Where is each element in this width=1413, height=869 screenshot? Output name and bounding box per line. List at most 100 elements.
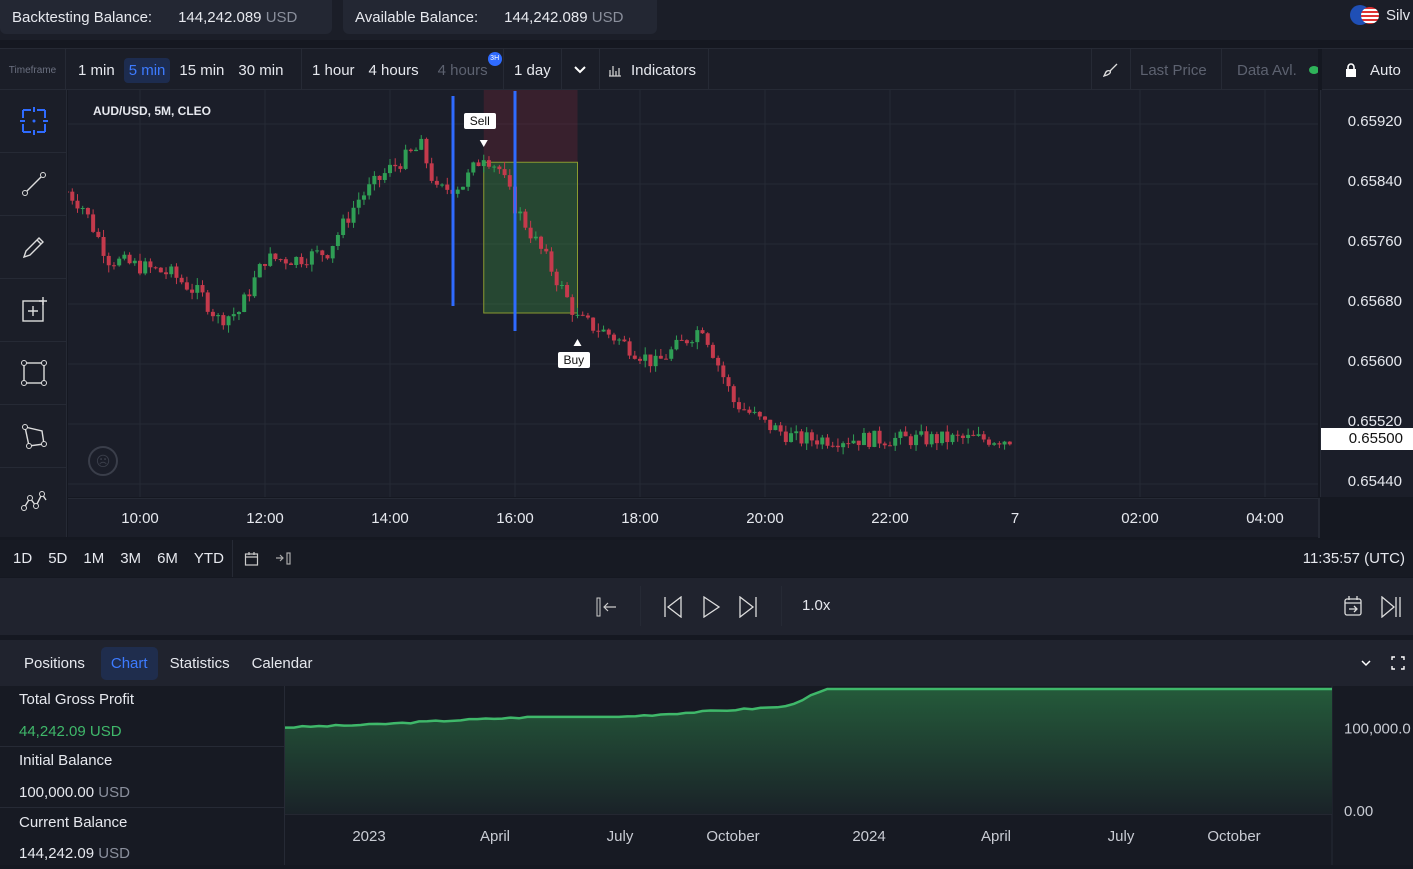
candle-body bbox=[955, 434, 960, 436]
stat-value: 44,242.09 USD bbox=[19, 723, 122, 740]
time-axis[interactable]: 10:00 12:00 14:00 16:00 18:00 20:00 22:00 7 02:0… bbox=[68, 498, 1318, 537]
price-axis[interactable]: 0.65440 0.65520 0.65600 0.65680 0.65760 0.658… bbox=[1320, 90, 1413, 497]
playback-speed[interactable]: 1.0x bbox=[802, 597, 830, 614]
equity-y-tick-label: 0.00 bbox=[1344, 803, 1373, 820]
time-tick-label: 20:00 bbox=[746, 510, 784, 527]
indicators-button[interactable]: Indicators bbox=[608, 49, 701, 91]
measure-tool[interactable] bbox=[0, 279, 67, 342]
candle-body bbox=[981, 434, 986, 440]
pencil-tool[interactable] bbox=[0, 216, 67, 279]
step-back-icon[interactable] bbox=[663, 596, 683, 618]
candle-body bbox=[205, 292, 210, 312]
play-icon[interactable] bbox=[701, 596, 721, 618]
equity-x-tick-label: 2024 bbox=[852, 828, 885, 845]
equity-curve-plot[interactable]: 2023 April July October 2024 April July October… bbox=[285, 686, 1413, 865]
candle-body bbox=[820, 437, 825, 445]
skip-to-end-icon[interactable] bbox=[1380, 596, 1402, 618]
auto-label: Auto bbox=[1370, 61, 1401, 79]
add-box-icon bbox=[21, 297, 47, 322]
tf-30min[interactable]: 30 min bbox=[233, 58, 288, 83]
crosshair-icon bbox=[19, 107, 48, 135]
range-1m[interactable]: 1M bbox=[83, 550, 104, 567]
tf-15min[interactable]: 15 min bbox=[174, 58, 229, 83]
chart-toolbar: Timeframe 1 min 5 min 15 min 30 min 1 ho… bbox=[0, 48, 1413, 91]
candle-body bbox=[351, 207, 356, 223]
calendar-icon[interactable] bbox=[244, 551, 259, 566]
tab-statistics[interactable]: Statistics bbox=[164, 647, 236, 680]
jump-to-start-icon[interactable] bbox=[596, 597, 618, 617]
candle-body bbox=[986, 439, 991, 445]
candle-body bbox=[606, 329, 611, 335]
collapse-chevron-icon[interactable] bbox=[1360, 658, 1372, 668]
pattern-tool[interactable] bbox=[0, 468, 67, 531]
tab-calendar[interactable]: Calendar bbox=[242, 647, 323, 680]
top-bar: Backtesting Balance: 144,242.089 USD Ava… bbox=[0, 0, 1413, 40]
candle-body bbox=[460, 186, 465, 190]
candle-body bbox=[950, 434, 955, 443]
candle-body bbox=[622, 339, 627, 342]
price-tick-label: 0.65840 bbox=[1347, 173, 1402, 190]
rectangle-tool[interactable] bbox=[0, 342, 67, 405]
range-ytd[interactable]: YTD bbox=[194, 550, 224, 567]
tf-1min[interactable]: 1 min bbox=[73, 58, 120, 83]
range-3m[interactable]: 3M bbox=[120, 550, 141, 567]
candle-body bbox=[476, 162, 481, 167]
time-tick-label: 04:00 bbox=[1246, 510, 1284, 527]
unit: USD bbox=[265, 8, 298, 26]
tf-custom[interactable]: 4 hours 3H bbox=[428, 51, 502, 83]
candle-body bbox=[138, 260, 142, 274]
candle-body bbox=[179, 277, 184, 283]
brush-tool-button[interactable] bbox=[1092, 49, 1130, 91]
tf-4hours[interactable]: 4 hours bbox=[364, 58, 424, 83]
go-to-date-icon[interactable] bbox=[275, 551, 293, 566]
candle-body bbox=[315, 250, 320, 252]
candle-body bbox=[424, 138, 429, 164]
candle-body bbox=[664, 358, 669, 360]
data-availability[interactable]: Data Avl. bbox=[1232, 49, 1319, 91]
tab-chart[interactable]: Chart bbox=[100, 646, 158, 680]
available-balance-value: 144,242.089 bbox=[504, 8, 588, 26]
step-forward-icon[interactable] bbox=[738, 596, 758, 618]
candle-body bbox=[575, 314, 580, 316]
candle-body bbox=[966, 434, 971, 438]
timeframe-dropdown[interactable] bbox=[562, 49, 598, 91]
candle-body bbox=[778, 425, 783, 432]
fullscreen-icon[interactable] bbox=[1391, 656, 1405, 670]
range-bar: 1D 5D 1M 3M 6M YTD 11:35:57 (UTC) bbox=[0, 540, 1413, 577]
drawing-tools bbox=[0, 90, 67, 537]
calendar-jump-icon[interactable] bbox=[1343, 595, 1363, 617]
utc-clock[interactable]: 11:35:57 (UTC) bbox=[1303, 540, 1405, 577]
candle-body bbox=[419, 138, 424, 150]
tf-1day[interactable]: 1 day bbox=[509, 49, 556, 91]
user-menu[interactable]: Silv bbox=[1350, 5, 1410, 25]
tab-positions[interactable]: Positions bbox=[14, 647, 95, 680]
candle-body bbox=[1002, 441, 1007, 445]
tf-1hour[interactable]: 1 hour bbox=[307, 58, 360, 83]
tf-5min[interactable]: 5 min bbox=[123, 57, 171, 83]
candle-body bbox=[908, 436, 913, 446]
polygon-tool[interactable] bbox=[0, 405, 67, 468]
auto-scale-button[interactable]: Auto bbox=[1345, 49, 1406, 91]
range-6m[interactable]: 6M bbox=[157, 550, 178, 567]
minute-timeframes: 1 min 5 min 15 min 30 min bbox=[73, 49, 288, 91]
range-5d[interactable]: 5D bbox=[48, 550, 67, 567]
trend-line-tool[interactable] bbox=[0, 153, 67, 216]
lock-icon bbox=[1346, 63, 1356, 77]
candle-body bbox=[643, 354, 648, 361]
candle-body bbox=[679, 339, 684, 341]
candle-body bbox=[325, 255, 330, 259]
last-price-button[interactable]: Last Price bbox=[1140, 49, 1207, 91]
equity-chart[interactable]: 2023 April July October 2024 April July October… bbox=[285, 686, 1413, 865]
equity-x-tick-label: July bbox=[1108, 828, 1135, 845]
candle-body bbox=[684, 340, 689, 344]
candle-body bbox=[747, 409, 752, 413]
crosshair-tool[interactable] bbox=[0, 90, 67, 153]
user-name: Silv bbox=[1386, 6, 1411, 24]
range-1d[interactable]: 1D bbox=[13, 550, 32, 567]
candle-body bbox=[690, 342, 695, 344]
candle-body bbox=[356, 199, 361, 208]
candlestick-plot[interactable] bbox=[68, 90, 1318, 497]
candle-body bbox=[924, 431, 929, 445]
price-chart[interactable]: AUD/USD, 5M, CLEO ☹ Sell Buy bbox=[68, 90, 1318, 497]
candle-body bbox=[320, 250, 325, 256]
